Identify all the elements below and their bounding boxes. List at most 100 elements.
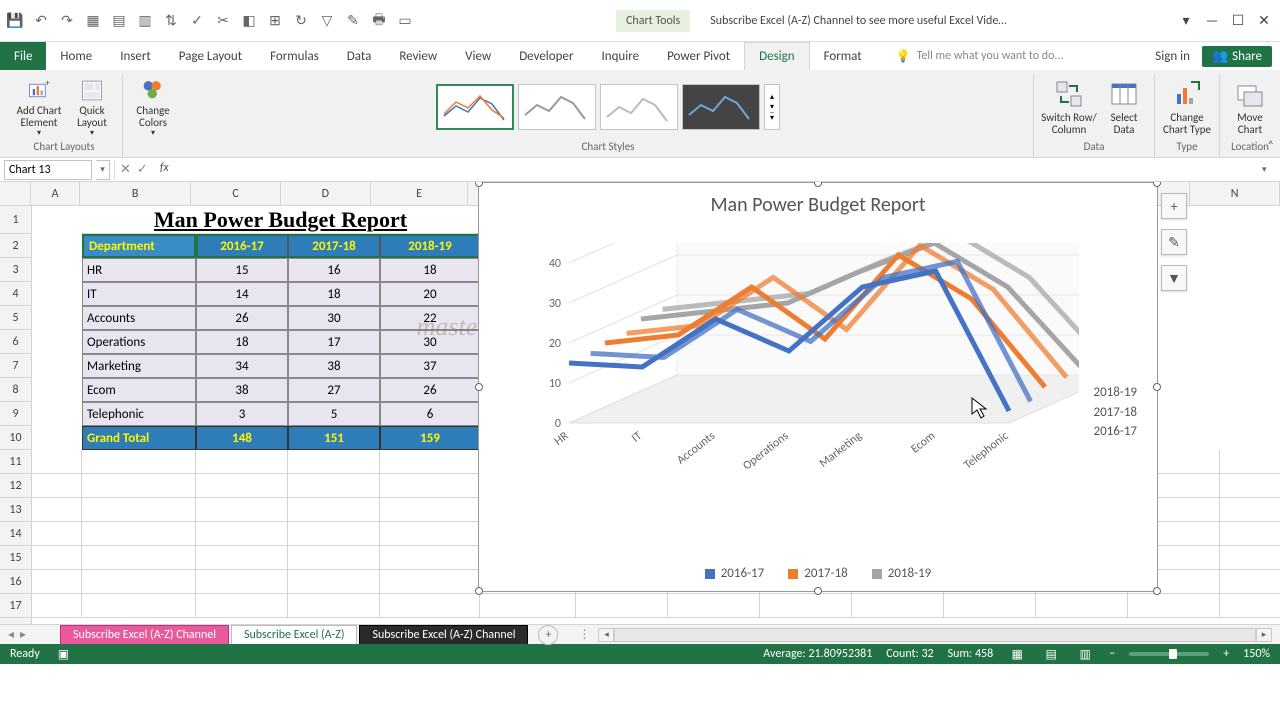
empty-cell[interactable]	[196, 450, 288, 474]
empty-cell[interactable]	[380, 570, 480, 594]
tab-inquire[interactable]: Inquire	[587, 42, 653, 70]
empty-cell[interactable]	[1220, 474, 1280, 498]
column-header[interactable]: N	[1190, 182, 1280, 205]
sheet-nav[interactable]: ◂▸	[0, 627, 60, 642]
table-value-cell[interactable]: 3	[196, 402, 288, 426]
row-header[interactable]: 7	[0, 354, 31, 378]
row-header[interactable]: 14	[0, 522, 31, 546]
empty-cell[interactable]	[380, 546, 480, 570]
add-chart-element-button[interactable]: + Add Chart Element▾	[12, 76, 66, 138]
column-header[interactable]: C	[191, 182, 281, 205]
grand-total-value-cell[interactable]: 159	[380, 426, 480, 450]
column-header[interactable]: D	[281, 182, 371, 205]
format-icon[interactable]: ◧	[238, 10, 260, 32]
spell-icon[interactable]: ✓	[186, 10, 208, 32]
share-button[interactable]: 👥 Share	[1202, 46, 1272, 67]
chart-elements-button[interactable]: +	[1161, 193, 1187, 219]
name-box[interactable]: Chart 13	[4, 160, 92, 180]
empty-cell[interactable]	[196, 570, 288, 594]
empty-cell[interactable]	[1220, 522, 1280, 546]
chart-style-2[interactable]	[518, 84, 596, 130]
table-dept-cell[interactable]: Operations	[82, 330, 196, 354]
empty-cell[interactable]	[760, 594, 852, 618]
tab-formulas[interactable]: Formulas	[256, 42, 333, 70]
table-value-cell[interactable]: 18	[196, 330, 288, 354]
table-value-cell[interactable]: 27	[288, 378, 380, 402]
sign-in-link[interactable]: Sign in	[1155, 49, 1190, 64]
empty-cell[interactable]	[1220, 546, 1280, 570]
formula-cancel-icon[interactable]: ✕	[120, 162, 131, 177]
empty-cell[interactable]	[288, 450, 380, 474]
table-value-cell[interactable]: 18	[288, 282, 380, 306]
empty-cell[interactable]	[196, 546, 288, 570]
row-header[interactable]: 12	[0, 474, 31, 498]
empty-cell[interactable]	[32, 522, 82, 546]
refresh-icon[interactable]: ↻	[290, 10, 312, 32]
select-data-button[interactable]: Select Data	[1100, 76, 1148, 138]
row-header[interactable]: 5	[0, 306, 31, 330]
column-header[interactable]: E	[371, 182, 469, 205]
empty-cell[interactable]	[380, 474, 480, 498]
empty-cell[interactable]	[82, 450, 196, 474]
tab-home[interactable]: Home	[46, 42, 106, 70]
change-colors-button[interactable]: Change Colors▾	[129, 76, 177, 138]
ribbon-options-icon[interactable]: ▾	[1174, 9, 1198, 33]
empty-cell[interactable]	[576, 594, 668, 618]
chart-title[interactable]: Man Power Budget Report	[479, 193, 1157, 217]
table-dept-cell[interactable]: Marketing	[82, 354, 196, 378]
empty-cell[interactable]	[32, 546, 82, 570]
borders-icon[interactable]: ⊞	[264, 10, 286, 32]
table-dept-cell[interactable]: HR	[82, 258, 196, 282]
quick-layout-button[interactable]: Quick Layout▾	[68, 76, 116, 138]
table-value-cell[interactable]: 38	[196, 378, 288, 402]
table-value-cell[interactable]: 20	[380, 282, 480, 306]
row-header[interactable]: 9	[0, 402, 31, 426]
grand-total-label-cell[interactable]: Grand Total	[82, 426, 196, 450]
empty-cell[interactable]	[196, 594, 288, 618]
empty-cell[interactable]	[196, 522, 288, 546]
fx-icon[interactable]: fx	[160, 161, 178, 179]
table-value-cell[interactable]: 6	[380, 402, 480, 426]
zoom-out-icon[interactable]: −	[1109, 647, 1115, 661]
grand-total-value-cell[interactable]: 151	[288, 426, 380, 450]
redo-icon[interactable]: ↷	[56, 10, 78, 32]
chart-style-3[interactable]	[600, 84, 678, 130]
row-header[interactable]: 8	[0, 378, 31, 402]
print-preview-icon[interactable]: ▤	[108, 10, 130, 32]
empty-cell[interactable]	[380, 450, 480, 474]
chart-style-4[interactable]	[682, 84, 760, 130]
new-icon[interactable]: ▦	[82, 10, 104, 32]
tab-insert[interactable]: Insert	[106, 42, 165, 70]
table-value-cell[interactable]: 17	[288, 330, 380, 354]
report-title-cell[interactable]: Man Power Budget Report	[82, 206, 480, 234]
table-value-cell[interactable]: 5	[288, 402, 380, 426]
zoom-level[interactable]: 150%	[1243, 647, 1270, 661]
table-value-cell[interactable]: 16	[288, 258, 380, 282]
empty-cell[interactable]	[82, 570, 196, 594]
empty-cell[interactable]	[196, 498, 288, 522]
row-header[interactable]: 3	[0, 258, 31, 282]
name-box-dropdown[interactable]: ▾	[96, 160, 110, 180]
empty-cell[interactable]	[32, 450, 82, 474]
empty-cell[interactable]	[82, 594, 196, 618]
empty-cell[interactable]	[1128, 594, 1220, 618]
add-sheet-button[interactable]: +	[538, 625, 558, 645]
chart-styles-button[interactable]: ✎	[1161, 229, 1187, 255]
cut-icon[interactable]: ✂	[212, 10, 234, 32]
row-header[interactable]: 16	[0, 570, 31, 594]
horizontal-scrollbar[interactable]: ◂ ▸	[598, 628, 1272, 642]
table-value-cell[interactable]: 15	[196, 258, 288, 282]
grand-total-value-cell[interactable]: 148	[196, 426, 288, 450]
tab-view[interactable]: View	[451, 42, 505, 70]
chart-object[interactable]: + ✎ ▼ Man Power Budget Report 010203040H…	[478, 182, 1158, 592]
table-header-cell[interactable]: 2018-19	[380, 234, 480, 258]
tab-design[interactable]: Design	[744, 42, 809, 70]
empty-cell[interactable]	[82, 474, 196, 498]
chart-style-1[interactable]	[436, 84, 514, 130]
row-header[interactable]: 15	[0, 546, 31, 570]
table-header-cell[interactable]: Department	[82, 234, 196, 258]
undo-icon[interactable]: ↶	[30, 10, 52, 32]
move-chart-button[interactable]: Move Chart	[1226, 76, 1274, 138]
empty-cell[interactable]	[32, 594, 82, 618]
collapse-ribbon-icon[interactable]: ˄	[1268, 139, 1274, 153]
